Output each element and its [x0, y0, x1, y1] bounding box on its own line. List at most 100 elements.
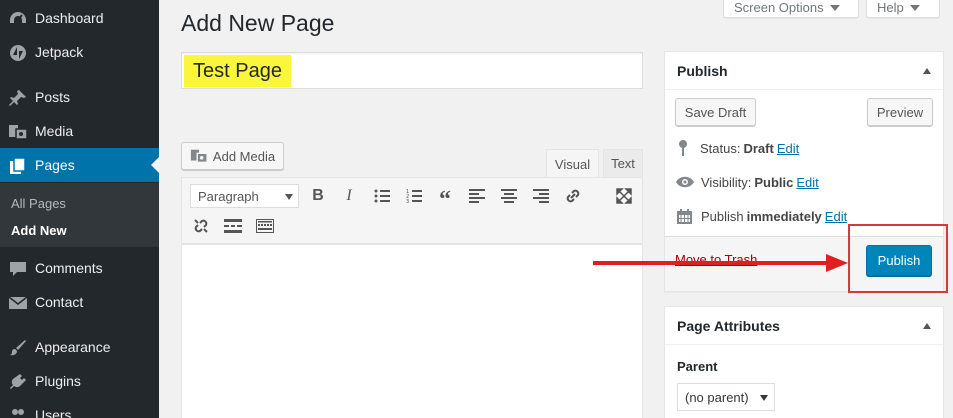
sidebar-item-label: Pages [35, 157, 75, 173]
italic-icon: I [346, 187, 352, 204]
media-icon [8, 122, 28, 142]
add-media-label: Add Media [212, 148, 276, 164]
page-attributes-title: Page Attributes [677, 317, 780, 334]
sidebar-item-dashboard[interactable]: Dashboard [0, 1, 159, 35]
screen-options-button[interactable]: Screen Options [723, 0, 859, 18]
bullet-list-icon [374, 189, 390, 203]
chevron-down-icon [760, 395, 768, 401]
link-icon [564, 187, 582, 205]
visibility-label: Visibility: [701, 174, 752, 190]
tab-text[interactable]: Text [603, 149, 643, 177]
publish-panel-title: Publish [677, 62, 728, 79]
svg-text:3: 3 [406, 199, 409, 203]
align-center-button[interactable] [497, 184, 521, 208]
save-draft-button[interactable]: Save Draft [675, 98, 756, 126]
keyboard-icon [256, 219, 274, 233]
align-left-icon [469, 189, 485, 203]
sidebar-item-posts[interactable]: Posts [0, 80, 159, 114]
edit-schedule-link[interactable]: Edit [825, 209, 847, 224]
numbered-list-button[interactable]: 123 [402, 184, 426, 208]
add-media-button[interactable]: Add Media [181, 142, 284, 170]
help-button[interactable]: Help [866, 0, 940, 18]
calendar-icon [676, 208, 693, 225]
sidebar-item-label: Posts [35, 89, 71, 105]
sidebar-item-plugins[interactable]: Plugins [0, 364, 159, 398]
pin-icon [8, 88, 28, 108]
fullscreen-button[interactable] [612, 184, 636, 208]
parent-select-value: (no parent) [685, 389, 749, 405]
sidebar-item-pages[interactable]: Pages [0, 148, 159, 182]
publish-button[interactable]: Publish [866, 245, 932, 276]
editor-toolbar: Paragraph B I 123 “ [181, 177, 643, 244]
edit-visibility-link[interactable]: Edit [796, 175, 818, 190]
blockquote-button[interactable]: “ [433, 184, 457, 213]
visibility-value: Public [754, 174, 794, 190]
remove-link-button[interactable] [189, 214, 213, 238]
sidebar-item-label: Plugins [35, 373, 81, 389]
parent-select[interactable]: (no parent) [677, 383, 775, 411]
schedule-row: Publish immediately Edit [676, 206, 847, 226]
tab-visual[interactable]: Visual [546, 149, 599, 178]
submenu-item-add-new[interactable]: Add New [11, 223, 67, 238]
numbered-list-icon: 123 [406, 189, 422, 203]
bold-icon: B [312, 187, 324, 204]
page-title: Add New Page [181, 10, 335, 36]
envelope-icon [8, 293, 28, 313]
pages-icon [8, 156, 28, 176]
comments-icon [8, 259, 28, 279]
help-label: Help [877, 0, 904, 15]
sidebar-item-media[interactable]: Media [0, 114, 159, 148]
bold-button[interactable]: B [306, 184, 330, 208]
submenu-item-all-pages[interactable]: All Pages [11, 196, 66, 211]
eye-icon [675, 175, 695, 189]
editor-content-area[interactable] [181, 244, 643, 418]
pages-submenu: All Pages Add New [0, 183, 159, 247]
collapse-arrow-icon[interactable] [923, 323, 931, 329]
italic-button[interactable]: I [337, 184, 361, 208]
status-row: Status: Draft Edit [677, 138, 799, 158]
sidebar-item-comments[interactable]: Comments [0, 251, 159, 285]
title-value: Test Page [184, 55, 291, 87]
sidebar-item-label: Jetpack [35, 44, 84, 60]
sidebar-item-label: Media [35, 123, 74, 139]
preview-button[interactable]: Preview [867, 98, 933, 126]
chevron-down-icon [829, 4, 840, 11]
sidebar-item-label: Comments [35, 260, 103, 276]
sidebar-item-label: Dashboard [35, 10, 104, 26]
format-select[interactable]: Paragraph [190, 184, 299, 208]
quote-icon: “ [439, 186, 451, 213]
sidebar-item-appearance[interactable]: Appearance [0, 330, 159, 364]
sidebar-item-users[interactable]: Users [0, 398, 159, 418]
schedule-label: Publish [701, 208, 744, 224]
plugin-icon [8, 372, 28, 392]
media-icon [190, 147, 208, 165]
collapse-arrow-icon[interactable] [923, 68, 931, 74]
sidebar-item-label: Appearance [35, 339, 111, 355]
chevron-down-icon [285, 194, 293, 200]
chevron-down-icon [909, 4, 920, 11]
dashboard-icon [8, 9, 28, 29]
fullscreen-icon [616, 188, 632, 204]
toolbar-toggle-button[interactable] [253, 214, 277, 238]
edit-status-link[interactable]: Edit [777, 141, 799, 156]
paintbrush-icon [8, 338, 28, 358]
publish-panel-heading[interactable]: Publish [665, 52, 943, 90]
insert-link-button[interactable] [561, 184, 585, 208]
status-label: Status: [700, 140, 741, 156]
align-left-button[interactable] [465, 184, 489, 208]
page-attributes-heading[interactable]: Page Attributes [665, 307, 943, 345]
sidebar-item-jetpack[interactable]: Jetpack [0, 35, 159, 69]
schedule-value: immediately [746, 208, 822, 224]
format-select-value: Paragraph [198, 188, 259, 204]
visibility-row: Visibility: Public Edit [675, 172, 819, 192]
read-more-button[interactable] [221, 214, 245, 238]
parent-label: Parent [677, 359, 718, 374]
bullet-list-button[interactable] [370, 184, 394, 208]
align-right-button[interactable] [529, 184, 553, 208]
sidebar-item-contact[interactable]: Contact [0, 285, 159, 319]
read-more-icon [224, 219, 242, 233]
align-center-icon [501, 189, 517, 203]
title-input[interactable]: Test Page [181, 52, 643, 89]
unlink-icon [192, 217, 210, 235]
annotation-arrow-icon [593, 254, 848, 272]
